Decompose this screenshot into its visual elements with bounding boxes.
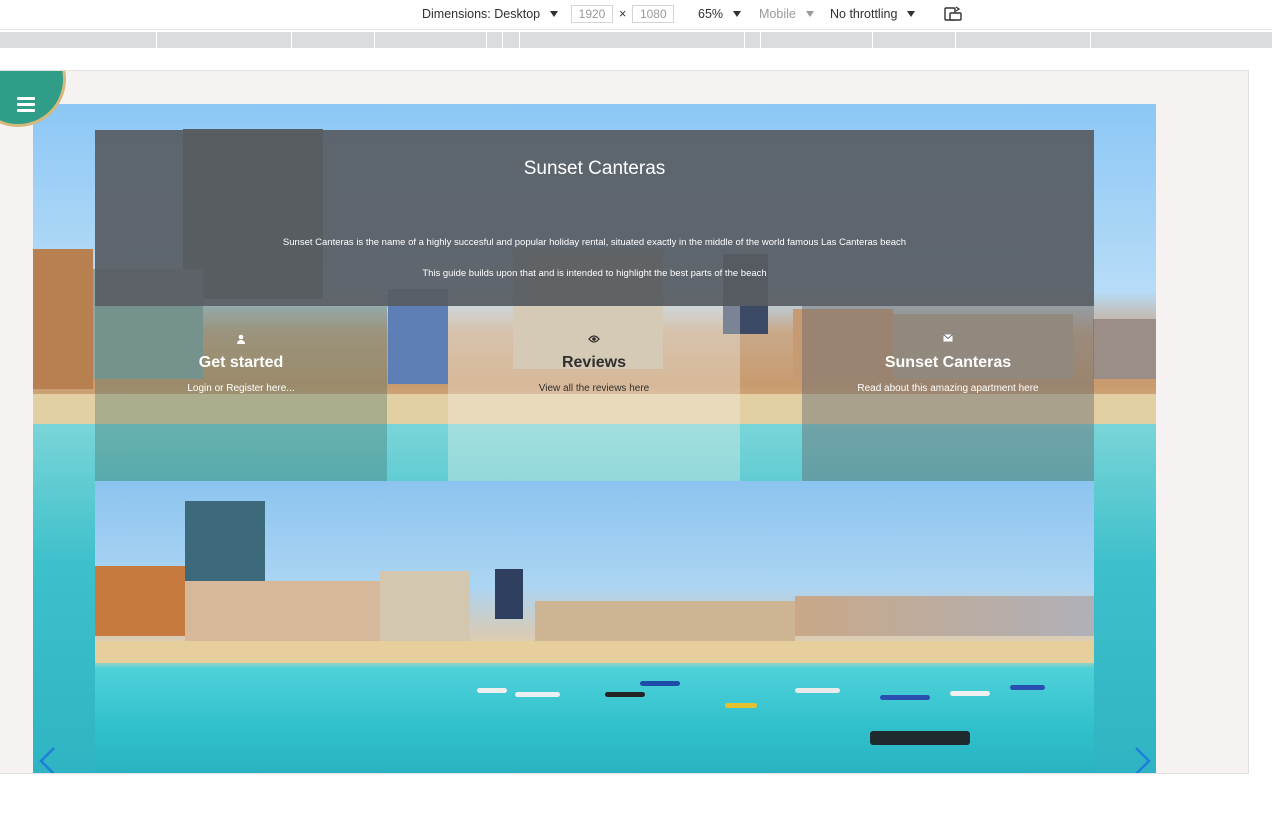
apartment-card[interactable]: Sunset Canteras Read about this amazing … [802,306,1094,481]
chevron-right-icon [1135,747,1151,773]
device-toolbar: Dimensions: Desktop 1920 × 1080 65% Mobi… [0,0,1272,30]
card-subtitle: Read about this amazing apartment here [857,383,1039,394]
card-title: Sunset Canteras [884,354,1012,371]
dimensions-dropdown[interactable]: Dimensions: Desktop [422,7,559,21]
height-input[interactable]: 1080 [632,5,675,23]
zoom-value: 65% [698,7,724,21]
intro-panel: Sunset Canteras Sunset Canteras is the n… [95,130,1094,306]
hamburger-icon [17,97,35,113]
throttling-label: No throttling [830,7,898,21]
chevron-left-icon [39,747,55,773]
reviews-card[interactable]: Reviews View all the reviews here [448,306,740,481]
size-inputs: 1920 × 1080 [571,5,675,23]
rotate-icon[interactable] [944,6,962,22]
hero-background: Sunset Canteras Sunset Canteras is the n… [33,104,1156,773]
beach-image [95,481,1094,773]
site-title: Sunset Canteras [523,158,666,179]
zoom-dropdown[interactable]: 65% [698,7,742,21]
device-type-dropdown[interactable]: Mobile [759,7,814,21]
site-subdescription: This guide builds upon that and is inten… [422,268,767,279]
card-subtitle: Login or Register here... [187,383,295,394]
envelope-icon [802,334,1094,345]
dimensions-label: Dimensions: Desktop [422,7,541,21]
card-title: Get started [198,354,284,371]
chevron-down-icon [907,11,916,17]
card-subtitle: View all the reviews here [538,383,650,394]
chevron-down-icon [733,11,742,17]
site-description: Sunset Canteras is the name of a highly … [282,237,907,248]
carousel-prev-button[interactable] [38,746,58,773]
carousel-next-button[interactable] [1132,746,1152,773]
throttling-dropdown[interactable]: No throttling [830,7,916,21]
times-sign: × [619,7,627,21]
get-started-card[interactable]: Get started Login or Register here... [95,306,387,481]
emulated-viewport: Sunset Canteras Sunset Canteras is the n… [0,70,1249,774]
chevron-down-icon [550,11,559,17]
device-type-label: Mobile [759,7,796,21]
width-input[interactable]: 1920 [571,5,613,23]
chevron-down-icon [805,11,814,17]
media-query-ruler[interactable] [0,32,1272,48]
eye-icon [448,334,740,347]
card-title: Reviews [561,354,627,371]
user-icon [95,334,387,347]
